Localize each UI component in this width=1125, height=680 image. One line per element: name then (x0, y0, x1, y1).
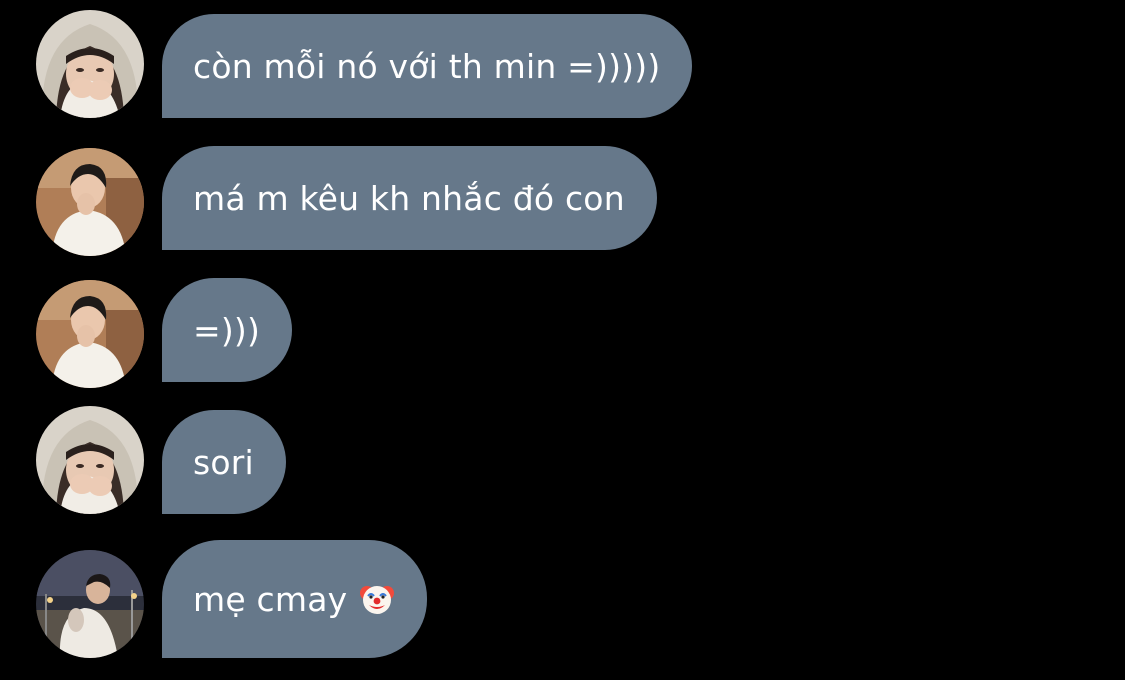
message-text: còn mỗi nó với th min =))))) (193, 46, 661, 86)
message-text: =))) (193, 310, 261, 350)
hooded-user-avatar[interactable] (36, 406, 144, 514)
message-text: má m kêu kh nhắc đó con (193, 178, 625, 218)
white-shirt-user-avatar[interactable] (36, 280, 144, 388)
message-bubble[interactable]: mẹ cmay (162, 540, 428, 658)
hooded-user-avatar[interactable] (36, 10, 144, 118)
white-shirt-user-avatar[interactable] (36, 148, 144, 256)
message-bubble[interactable]: =))) (162, 278, 293, 382)
clown-face-emoji-icon (359, 581, 395, 617)
message-text: mẹ cmay (193, 579, 348, 619)
message-bubble[interactable]: sori (162, 410, 286, 514)
message-text: sori (193, 442, 254, 482)
night-street-user-avatar[interactable] (36, 550, 144, 658)
message-bubble[interactable]: má m kêu kh nhắc đó con (162, 146, 657, 250)
message-bubble[interactable]: còn mỗi nó với th min =))))) (162, 14, 693, 118)
